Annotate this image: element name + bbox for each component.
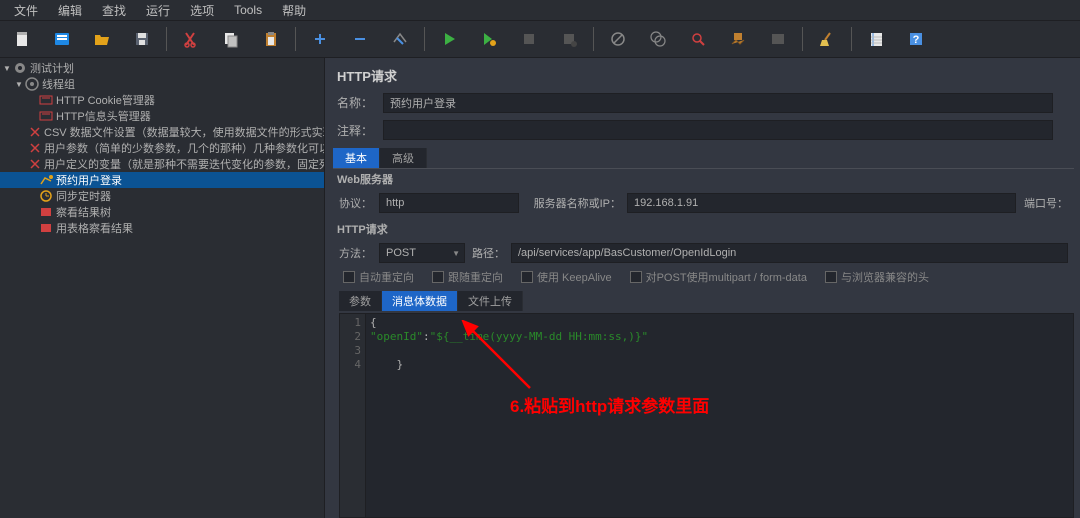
new-file-icon[interactable]: [3, 24, 41, 54]
panel-title: HTTP请求: [333, 64, 1080, 91]
name-label: 名称：: [333, 94, 383, 111]
tree-http-request[interactable]: 预约用户登录: [0, 172, 324, 188]
menu-edit[interactable]: 编辑: [48, 0, 92, 21]
cut-icon[interactable]: [172, 24, 210, 54]
clear-icon[interactable]: [599, 24, 637, 54]
reset-search-icon[interactable]: [719, 24, 757, 54]
open-icon[interactable]: [83, 24, 121, 54]
toggle-icon[interactable]: [381, 24, 419, 54]
protocol-input[interactable]: [379, 193, 519, 213]
paste-icon[interactable]: [252, 24, 290, 54]
toolbar: ?: [0, 20, 1080, 58]
templates-icon[interactable]: [43, 24, 81, 54]
copy-icon[interactable]: [212, 24, 250, 54]
start-icon[interactable]: [430, 24, 468, 54]
search-icon[interactable]: [679, 24, 717, 54]
tree-sync-timer[interactable]: 同步定时器: [0, 188, 324, 204]
menu-run[interactable]: 运行: [136, 0, 180, 21]
http-request-subtitle: HTTP请求: [333, 219, 1074, 239]
function-helper-icon[interactable]: [759, 24, 797, 54]
menu-bar: 文件 编辑 查找 运行 选项 Tools 帮助: [0, 0, 1080, 20]
menu-file[interactable]: 文件: [4, 0, 48, 21]
chk-browser-headers[interactable]: 与浏览器兼容的头: [825, 269, 929, 285]
tab-advanced[interactable]: 高级: [380, 148, 427, 168]
menu-options[interactable]: 选项: [180, 0, 224, 21]
path-input[interactable]: [511, 243, 1068, 263]
tree-root[interactable]: ▼ 测试计划: [0, 60, 324, 76]
http-request-panel: HTTP请求 名称： 注释： 基本 高级 Web服务器 协议： 服务器名称或IP…: [325, 58, 1080, 518]
tab-body-data[interactable]: 消息体数据: [382, 291, 458, 311]
menu-help[interactable]: 帮助: [272, 0, 316, 21]
tree-user-params[interactable]: 用户参数（简单的少数参数，几个的那种）几种参数化可以联合: [0, 140, 324, 156]
server-label: 服务器名称或IP：: [525, 195, 621, 211]
tree-csv-data[interactable]: CSV 数据文件设置（数据量较大，使用数据文件的形式实现）: [0, 124, 324, 140]
method-select[interactable]: POST: [379, 243, 465, 263]
chk-keepalive[interactable]: 使用 KeepAlive: [521, 269, 612, 285]
save-icon[interactable]: [123, 24, 161, 54]
name-input[interactable]: [383, 93, 1053, 113]
test-plan-tree[interactable]: ▼ 测试计划 ▼ 线程组 HTTP Cookie管理器 HTTP信息头管理器 C…: [0, 58, 325, 518]
tree-cookie-manager[interactable]: HTTP Cookie管理器: [0, 92, 324, 108]
body-editor[interactable]: 1 2 3 4 { "openId":"${__time(yyyy-MM-dd …: [339, 313, 1074, 518]
tree-thread-group-label: 线程组: [42, 76, 75, 92]
shutdown-icon[interactable]: [550, 24, 588, 54]
notebook-icon[interactable]: [857, 24, 895, 54]
tab-file-upload[interactable]: 文件上传: [458, 291, 523, 311]
svg-text:?: ?: [913, 34, 920, 46]
editor-code[interactable]: { "openId":"${__time(yyyy-MM-dd HH:mm:ss…: [366, 314, 1073, 517]
chk-multipart[interactable]: 对POST使用multipart / form-data: [630, 269, 807, 285]
collapse-icon[interactable]: [341, 24, 379, 54]
tree-results-tree[interactable]: 察看结果树: [0, 204, 324, 220]
web-server-title: Web服务器: [333, 169, 1074, 189]
tree-results-table[interactable]: 用表格察看结果: [0, 220, 324, 236]
expand-icon[interactable]: [301, 24, 339, 54]
tree-thread-group[interactable]: ▼ 线程组: [0, 76, 324, 92]
method-label: 方法：: [339, 245, 373, 261]
path-label: 路径：: [471, 245, 505, 261]
editor-gutter: 1 2 3 4: [340, 314, 366, 517]
body-tabs: 参数 消息体数据 文件上传: [333, 291, 1080, 311]
comment-label: 注释：: [333, 122, 383, 139]
port-label: 端口号：: [1022, 195, 1068, 211]
basic-advanced-tabs: 基本 高级: [333, 148, 1080, 168]
tab-params[interactable]: 参数: [339, 291, 382, 311]
tree-header-manager[interactable]: HTTP信息头管理器: [0, 108, 324, 124]
help-icon[interactable]: ?: [897, 24, 935, 54]
broom-icon[interactable]: [808, 24, 846, 54]
tree-user-vars[interactable]: 用户定义的变量（就是那种不需要迭代变化的参数，固定死的）: [0, 156, 324, 172]
stop-icon[interactable]: [510, 24, 548, 54]
start-no-pause-icon[interactable]: [470, 24, 508, 54]
comment-input[interactable]: [383, 120, 1053, 140]
clear-all-icon[interactable]: [639, 24, 677, 54]
tab-basic[interactable]: 基本: [333, 148, 380, 168]
menu-tools[interactable]: Tools: [224, 1, 272, 19]
tree-root-label: 测试计划: [30, 60, 74, 76]
protocol-label: 协议：: [339, 195, 373, 211]
chk-follow-redirect[interactable]: 跟随重定向: [432, 269, 503, 285]
server-input[interactable]: [627, 193, 1016, 213]
menu-search[interactable]: 查找: [92, 0, 136, 21]
chk-auto-redirect[interactable]: 自动重定向: [343, 269, 414, 285]
